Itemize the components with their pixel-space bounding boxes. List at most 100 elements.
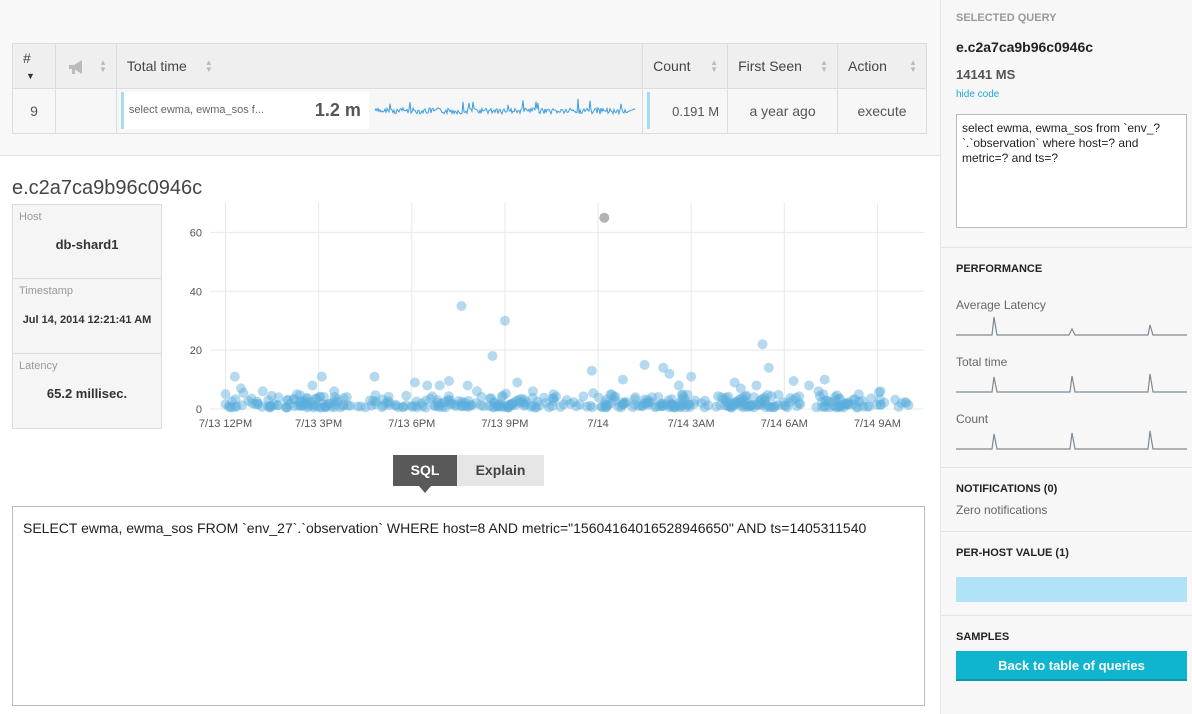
data-point — [617, 374, 628, 385]
data-point — [466, 400, 477, 411]
data-point — [230, 394, 241, 405]
host-value: db-shard1 — [55, 237, 119, 252]
data-point — [605, 389, 616, 400]
data-point — [769, 402, 779, 413]
data-point — [301, 393, 312, 403]
y-tick-label: 40 — [190, 286, 202, 298]
data-point — [492, 401, 503, 412]
data-point — [250, 399, 261, 409]
data-point — [763, 362, 774, 373]
data-point — [462, 380, 473, 391]
data-point — [527, 386, 538, 397]
x-tick-label: 7/13 3PM — [295, 418, 342, 430]
data-point — [819, 374, 830, 385]
data-point — [686, 371, 697, 382]
query-table-area: # ▼ ▲ ▼ Total time ▲ ▼ Count ▲ ▼ First Seen — [0, 0, 940, 156]
data-point — [329, 386, 340, 397]
sql-tabs: SQL Explain — [393, 455, 544, 493]
column-header-total-time[interactable]: Total time ▲ ▼ — [115, 43, 644, 89]
data-point — [434, 380, 445, 391]
data-point — [788, 376, 799, 386]
data-point — [316, 402, 327, 413]
data-point — [813, 386, 824, 397]
data-point — [643, 397, 654, 408]
data-point — [291, 389, 302, 400]
hide-code-link[interactable]: hide code — [956, 89, 999, 100]
sort-icon: ▲ ▼ — [99, 58, 107, 74]
x-tick-label: 7/14 6AM — [761, 418, 808, 430]
tab-explain[interactable]: Explain — [457, 455, 544, 486]
query-code-box[interactable]: select ewma, ewma_sos from `env_?`.`obse… — [956, 114, 1187, 228]
column-header-count[interactable]: Count ▲ ▼ — [642, 43, 729, 89]
data-point — [315, 391, 326, 402]
sort-icon: ▲ ▼ — [909, 58, 917, 74]
data-point — [700, 395, 710, 406]
tab-sql[interactable]: SQL — [393, 455, 457, 493]
row-first-seen: a year ago — [727, 88, 838, 134]
column-header-action[interactable]: Action ▲ ▼ — [837, 43, 927, 89]
data-point — [744, 400, 755, 411]
latency-scatter-chart[interactable]: 0 20 40 60 7/13 12PM 7/13 3PM 7/13 6PM 7/13 9PM… — [172, 195, 932, 440]
data-point — [735, 383, 746, 394]
y-tick-label: 60 — [190, 227, 202, 239]
total-time-bar: select ewma, ewma_sos f... 1.2 m — [120, 92, 369, 129]
data-point — [457, 398, 468, 409]
sidebar: SELECTED QUERY e.c2a7ca9b96c0946c 14141 … — [940, 0, 1192, 714]
timestamp-value: Jul 14, 2014 12:21:41 AM — [22, 314, 152, 326]
table-header-row: # ▼ ▲ ▼ Total time ▲ ▼ Count ▲ ▼ First Seen — [12, 43, 927, 89]
selected-query-time: 14141 MS — [956, 67, 1016, 82]
data-point — [832, 401, 843, 412]
data-point — [368, 395, 379, 406]
column-header-alerts[interactable]: ▲ ▼ — [54, 43, 117, 89]
data-point — [725, 397, 736, 408]
execute-link[interactable]: execute — [837, 88, 927, 134]
selected-query-id: e.c2a7ca9b96c0946c — [956, 39, 1094, 55]
data-point — [220, 389, 231, 400]
data-point — [444, 376, 454, 386]
data-point — [343, 400, 353, 411]
x-tick-label: 7/13 6PM — [388, 418, 435, 430]
data-point — [409, 377, 420, 388]
data-point — [903, 400, 914, 411]
data-point — [516, 393, 527, 404]
column-header-first-seen[interactable]: First Seen ▲ ▼ — [727, 43, 838, 89]
row-alert-cell — [54, 88, 117, 134]
notifications-text: Zero notifications — [956, 503, 1048, 517]
data-point — [420, 402, 431, 413]
sql-text-area[interactable]: SELECT ewma, ewma_sos FROM `env_27`.`obs… — [12, 506, 925, 706]
data-point — [236, 383, 246, 394]
average-latency-sparkline — [956, 316, 1187, 336]
data-point — [820, 395, 831, 406]
data-point — [422, 380, 433, 391]
data-point — [487, 351, 498, 361]
x-tick-label: 7/14 — [587, 418, 608, 430]
query-table: # ▼ ▲ ▼ Total time ▲ ▼ Count ▲ ▼ First Seen — [12, 43, 927, 134]
data-point — [853, 389, 864, 400]
per-host-section: PER-HOST VALUE (1) — [941, 532, 1192, 616]
data-point — [681, 399, 692, 410]
y-tick-label: 0 — [196, 404, 202, 416]
notifications-section: NOTIFICATIONS (0) — [941, 468, 1192, 532]
data-point — [497, 390, 508, 401]
data-point — [658, 401, 669, 411]
count-mini-sparkline — [956, 430, 1187, 450]
latency-info: Latency 65.2 millisec. — [12, 354, 162, 429]
total-time-mini-sparkline — [956, 373, 1187, 393]
data-point — [581, 401, 592, 412]
back-to-table-button[interactable]: Back to table of queries — [956, 651, 1187, 681]
data-point — [499, 315, 510, 326]
data-point — [472, 386, 482, 397]
row-total-time-cell: select ewma, ewma_sos f... 1.2 m — [115, 88, 644, 134]
data-point — [568, 397, 579, 408]
query-preview: select ewma, ewma_sos f... — [128, 104, 265, 116]
data-point — [578, 391, 589, 402]
latency-value: 65.2 millisec. — [46, 386, 128, 401]
per-host-bar[interactable] — [956, 577, 1187, 602]
data-point — [307, 380, 318, 391]
sort-icon: ▲ ▼ — [710, 58, 719, 74]
column-header-number[interactable]: # ▼ — [12, 43, 56, 89]
table-row[interactable]: 9 select ewma, ewma_sos f... 1.2 m 0.191… — [12, 88, 927, 134]
data-point — [757, 339, 768, 350]
data-point — [759, 392, 770, 403]
performance-section: PERFORMANCE Average Latency Total time C… — [941, 248, 1192, 468]
